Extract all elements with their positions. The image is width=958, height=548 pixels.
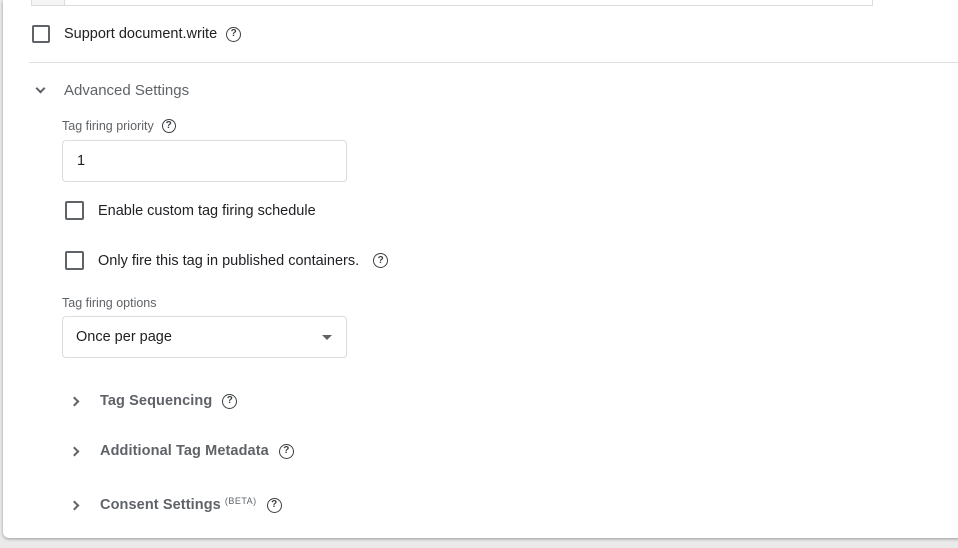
only-fire-published-checkbox[interactable] [65, 251, 84, 270]
beta-badge: (BETA) [224, 496, 257, 506]
help-circle-icon[interactable]: ? [266, 497, 282, 513]
help-circle-icon[interactable]: ? [222, 393, 238, 409]
consent-settings-toggle[interactable]: Consent Settings (BETA) ? [69, 496, 282, 513]
chevron-down-icon [35, 83, 46, 94]
enable-custom-schedule-row: Enable custom tag firing schedule [65, 201, 316, 220]
previous-field-input[interactable] [31, 0, 873, 6]
tag-configuration-card: Support document.write ? Advanced Settin… [3, 0, 958, 538]
tag-firing-options-label-row: Tag firing options [62, 296, 157, 310]
support-document-write-row: Support document.write ? [32, 25, 242, 43]
tag-firing-priority-label: Tag firing priority [62, 119, 154, 133]
tag-firing-priority-label-row: Tag firing priority ? [62, 119, 176, 133]
tag-firing-options-select[interactable]: Once per page [62, 316, 347, 358]
enable-custom-schedule-checkbox[interactable] [65, 201, 84, 220]
additional-tag-metadata-label: Additional Tag Metadata [100, 443, 269, 459]
tag-sequencing-toggle[interactable]: Tag Sequencing ? [69, 393, 238, 409]
additional-tag-metadata-toggle[interactable]: Additional Tag Metadata ? [69, 443, 294, 459]
tag-firing-options-label: Tag firing options [62, 296, 157, 310]
chevron-right-icon [69, 500, 80, 510]
dropdown-arrow-icon [322, 335, 332, 340]
tag-firing-priority-input[interactable]: 1 [62, 140, 347, 182]
only-fire-published-label: Only fire this tag in published containe… [98, 252, 360, 269]
chevron-right-icon [69, 446, 80, 456]
tag-sequencing-label: Tag Sequencing [100, 393, 213, 409]
help-circle-icon[interactable]: ? [161, 119, 176, 133]
support-document-write-label: Support document.write [64, 26, 218, 42]
advanced-settings-title: Advanced Settings [64, 82, 190, 99]
support-document-write-checkbox[interactable] [32, 25, 50, 43]
consent-settings-label: Consent Settings [100, 497, 221, 513]
help-circle-icon[interactable]: ? [226, 26, 242, 42]
advanced-settings-toggle[interactable]: Advanced Settings [35, 82, 190, 99]
help-circle-icon[interactable]: ? [373, 253, 389, 268]
previous-field-addon [32, 0, 65, 5]
section-divider [29, 62, 958, 63]
enable-custom-schedule-label: Enable custom tag firing schedule [98, 202, 316, 219]
tag-firing-priority-value: 1 [77, 153, 86, 169]
only-fire-published-row: Only fire this tag in published containe… [65, 251, 389, 270]
tag-firing-options-value: Once per page [76, 329, 172, 345]
help-circle-icon[interactable]: ? [278, 443, 294, 459]
chevron-right-icon [69, 396, 80, 406]
